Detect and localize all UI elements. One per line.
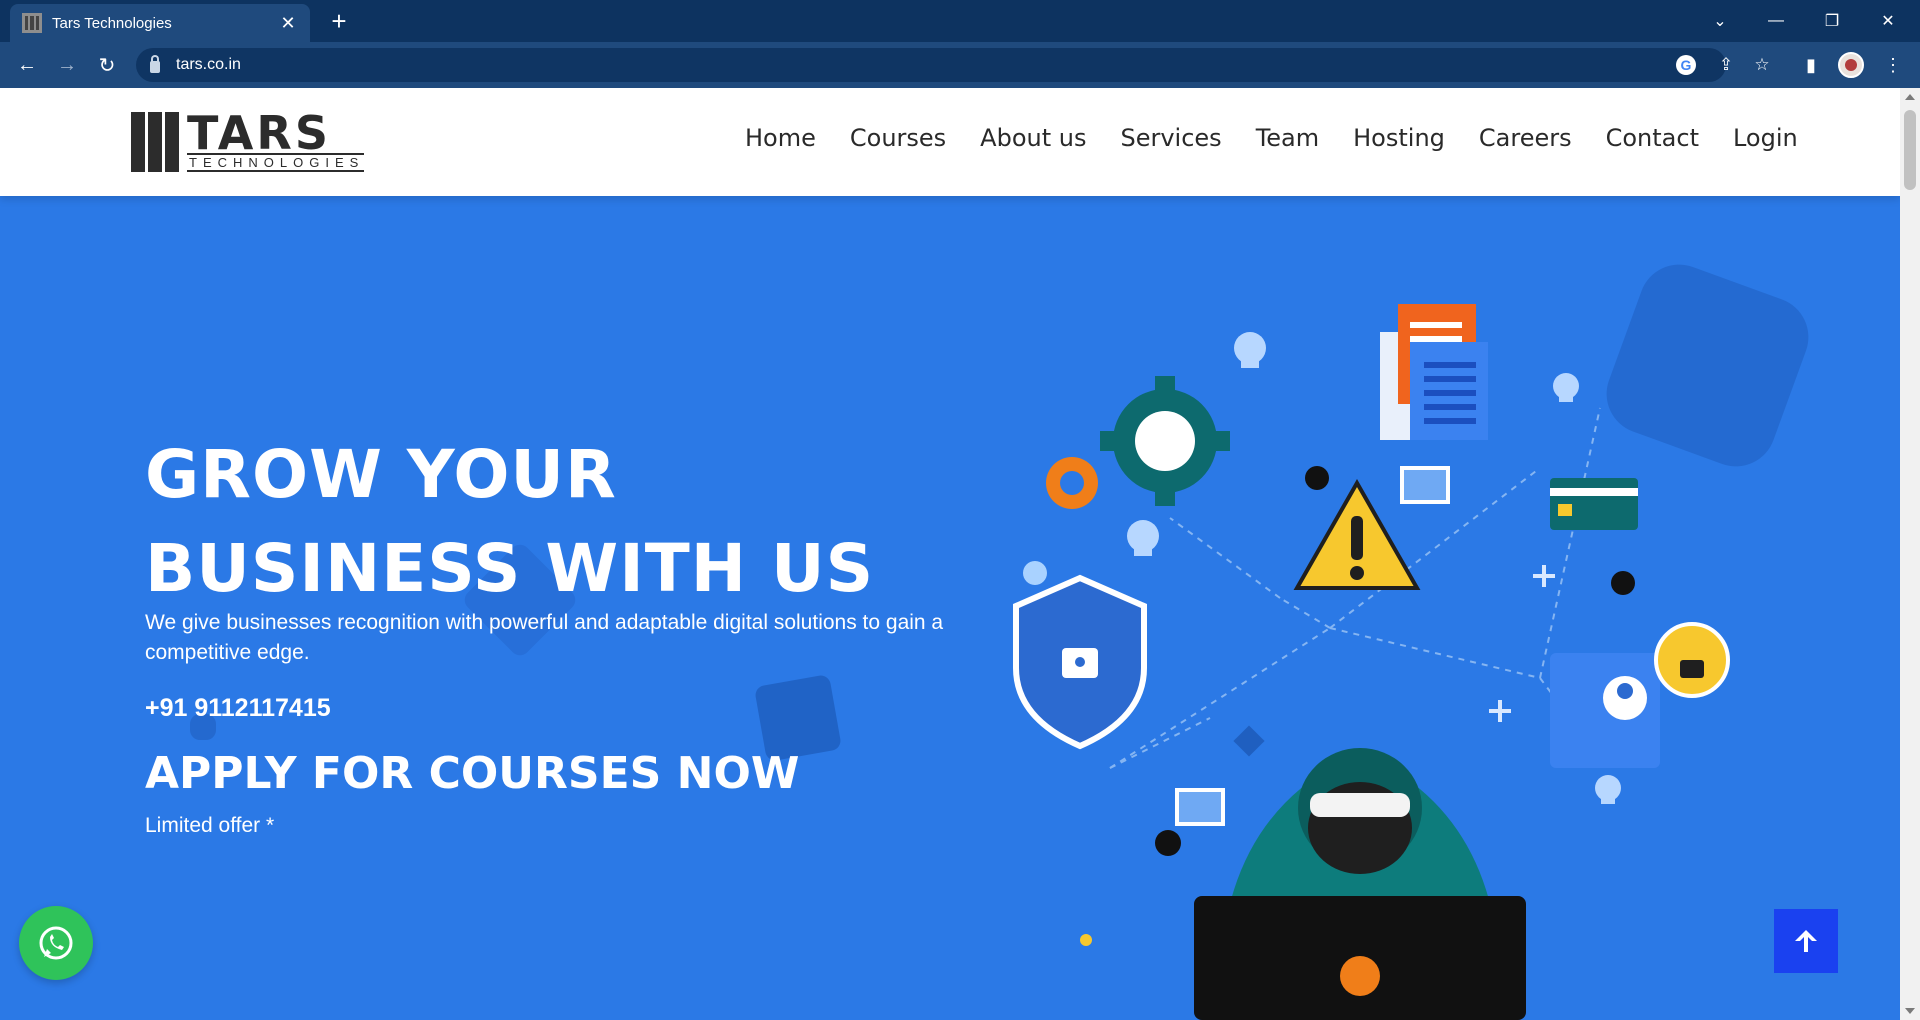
scroll-to-top-button[interactable] bbox=[1774, 909, 1838, 973]
main-nav: Home Courses About us Services Team Host… bbox=[745, 124, 1798, 152]
address-bar[interactable]: tars.co.in G ⇪ ☆ bbox=[136, 48, 1770, 82]
cyber-security-illustration bbox=[1013, 304, 1730, 1020]
new-tab-button[interactable]: + bbox=[324, 6, 354, 37]
hero-phone[interactable]: +91 9112117415 bbox=[145, 694, 331, 723]
whatsapp-button[interactable] bbox=[19, 906, 93, 980]
back-icon[interactable]: ← bbox=[12, 50, 42, 80]
nav-login[interactable]: Login bbox=[1733, 124, 1798, 152]
side-panel-icon[interactable]: ▮ bbox=[1798, 52, 1824, 78]
whatsapp-icon bbox=[39, 926, 73, 960]
nav-home[interactable]: Home bbox=[745, 124, 816, 152]
google-icon[interactable]: G bbox=[1676, 55, 1696, 75]
credit-card-icon bbox=[1550, 478, 1638, 530]
plus-icon bbox=[1489, 565, 1555, 722]
url-text[interactable]: tars.co.in bbox=[176, 56, 241, 74]
nav-services[interactable]: Services bbox=[1120, 124, 1221, 152]
close-window-button[interactable]: ✕ bbox=[1860, 0, 1916, 42]
tab-title: Tars Technologies bbox=[52, 14, 172, 32]
nav-courses[interactable]: Courses bbox=[850, 124, 946, 152]
tab-close-icon[interactable]: ✕ bbox=[278, 13, 298, 34]
nav-team[interactable]: Team bbox=[1256, 124, 1319, 152]
profile-avatar[interactable] bbox=[1838, 52, 1864, 78]
warning-icon bbox=[1293, 478, 1421, 590]
restore-button[interactable]: ❐ bbox=[1804, 0, 1860, 42]
logo-title: TARS bbox=[187, 105, 331, 160]
page-scrollbar[interactable] bbox=[1900, 88, 1920, 1020]
site-header: TARS TECHNOLOGIES Home Courses About us … bbox=[0, 88, 1900, 196]
shield-lock-icon bbox=[1013, 574, 1147, 750]
nav-about-us[interactable]: About us bbox=[980, 124, 1086, 152]
site-logo[interactable]: TARS TECHNOLOGIES bbox=[131, 105, 365, 172]
hero-headline-line1: GROW YOUR bbox=[145, 436, 617, 513]
user-folder-icon bbox=[1550, 622, 1730, 768]
tab-search-icon[interactable]: ⌄ bbox=[1692, 0, 1748, 42]
browser-tab[interactable]: Tars Technologies ✕ bbox=[10, 4, 310, 42]
arrow-up-icon bbox=[1795, 930, 1817, 952]
forward-icon[interactable]: → bbox=[52, 50, 82, 80]
document-icon bbox=[1380, 304, 1488, 440]
share-icon[interactable]: ⇪ bbox=[1714, 53, 1738, 77]
browser-toolbar: ← → ↻ tars.co.in G ⇪ ☆ ▮ ⋮ bbox=[0, 42, 1920, 88]
apply-courses-heading[interactable]: APPLY FOR COURSES NOW bbox=[145, 748, 799, 799]
nav-hosting[interactable]: Hosting bbox=[1353, 124, 1445, 152]
browser-tab-bar: Tars Technologies ✕ + ⌄ — ❐ ✕ bbox=[0, 0, 1920, 42]
hero-headline-line2: BUSINESS WITH US bbox=[145, 530, 875, 607]
hero-description: We give businesses recognition with powe… bbox=[145, 611, 944, 664]
lock-icon[interactable] bbox=[150, 55, 160, 73]
scrollbar-thumb[interactable] bbox=[1904, 110, 1916, 190]
hero-headline: GROW YOUR BUSINESS WITH US bbox=[145, 428, 945, 616]
logo-subtitle: TECHNOLOGIES bbox=[187, 152, 365, 172]
logo-mark-icon bbox=[131, 112, 179, 172]
nav-careers[interactable]: Careers bbox=[1479, 124, 1572, 152]
limited-offer-note: Limited offer * bbox=[145, 814, 275, 837]
scroll-up-icon[interactable] bbox=[1905, 94, 1915, 100]
page-viewport: TARS TECHNOLOGIES Home Courses About us … bbox=[0, 88, 1900, 1020]
menu-icon[interactable]: ⋮ bbox=[1880, 52, 1906, 78]
nav-contact[interactable]: Contact bbox=[1606, 124, 1699, 152]
reload-icon[interactable]: ↻ bbox=[92, 50, 122, 80]
hacker-icon bbox=[1194, 748, 1526, 1020]
scroll-down-icon[interactable] bbox=[1905, 1008, 1915, 1014]
gear-icon bbox=[1046, 376, 1230, 509]
minimize-button[interactable]: — bbox=[1748, 0, 1804, 42]
site-favicon-icon bbox=[22, 13, 42, 33]
star-icon[interactable]: ☆ bbox=[1750, 53, 1774, 77]
